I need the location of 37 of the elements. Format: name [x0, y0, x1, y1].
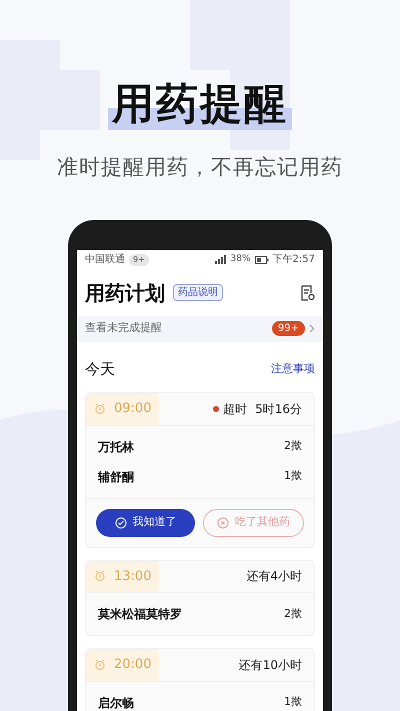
- unfinished-banner[interactable]: 查看未完成提醒 99+: [77, 316, 323, 342]
- notes-link[interactable]: 注意事项: [271, 360, 315, 377]
- medicine-dose: 2揿: [284, 438, 302, 454]
- alarm-clock-icon: [94, 570, 106, 582]
- medicine-dose: 1揿: [284, 468, 302, 484]
- remaining-time: 5时16分: [255, 400, 302, 418]
- remaining-time: 还有10小时: [238, 656, 302, 674]
- confirm-button[interactable]: 我知道了: [96, 508, 195, 536]
- document-icon[interactable]: [301, 284, 315, 300]
- carrier-badge: 9+: [129, 254, 149, 266]
- reminder-time: 09:00: [114, 400, 152, 418]
- medicine-dose: 1揿: [284, 694, 302, 710]
- alarm-clock-icon: [94, 402, 106, 415]
- check-circle-icon: [114, 516, 126, 528]
- status-label: 超时: [223, 400, 248, 418]
- medicine-name: 万托林: [98, 438, 134, 456]
- alarm-clock-icon: [94, 658, 106, 671]
- reminder-time: 13:00: [114, 568, 152, 586]
- signal-icon: [214, 255, 227, 264]
- hero-subtitle: 准时提醒用药，不再忘记用药: [57, 154, 343, 181]
- x-circle-icon: [217, 516, 229, 528]
- battery-icon: [254, 256, 269, 264]
- remaining-time: 还有4小时: [246, 568, 302, 586]
- page-title: 用药计划: [85, 280, 165, 306]
- banner-text: 查看未完成提醒: [85, 320, 162, 336]
- battery-percent: 38%: [230, 252, 251, 266]
- reminder-time: 20:00: [114, 656, 152, 674]
- carrier: 中国联通: [85, 252, 125, 267]
- section-title: 今天: [85, 358, 115, 380]
- medicine-dose: 2揿: [284, 606, 302, 622]
- clock: 下午2:57: [272, 253, 315, 267]
- medicine-name: 启尔畅: [98, 694, 134, 711]
- chevron-right-icon: [309, 324, 315, 333]
- drug-info-tag[interactable]: 药品说明: [173, 284, 223, 301]
- medicine-name: 莫米松福莫特罗: [98, 606, 182, 623]
- count-badge: 99+: [272, 321, 305, 336]
- medicine-name: 辅舒酮: [98, 468, 134, 486]
